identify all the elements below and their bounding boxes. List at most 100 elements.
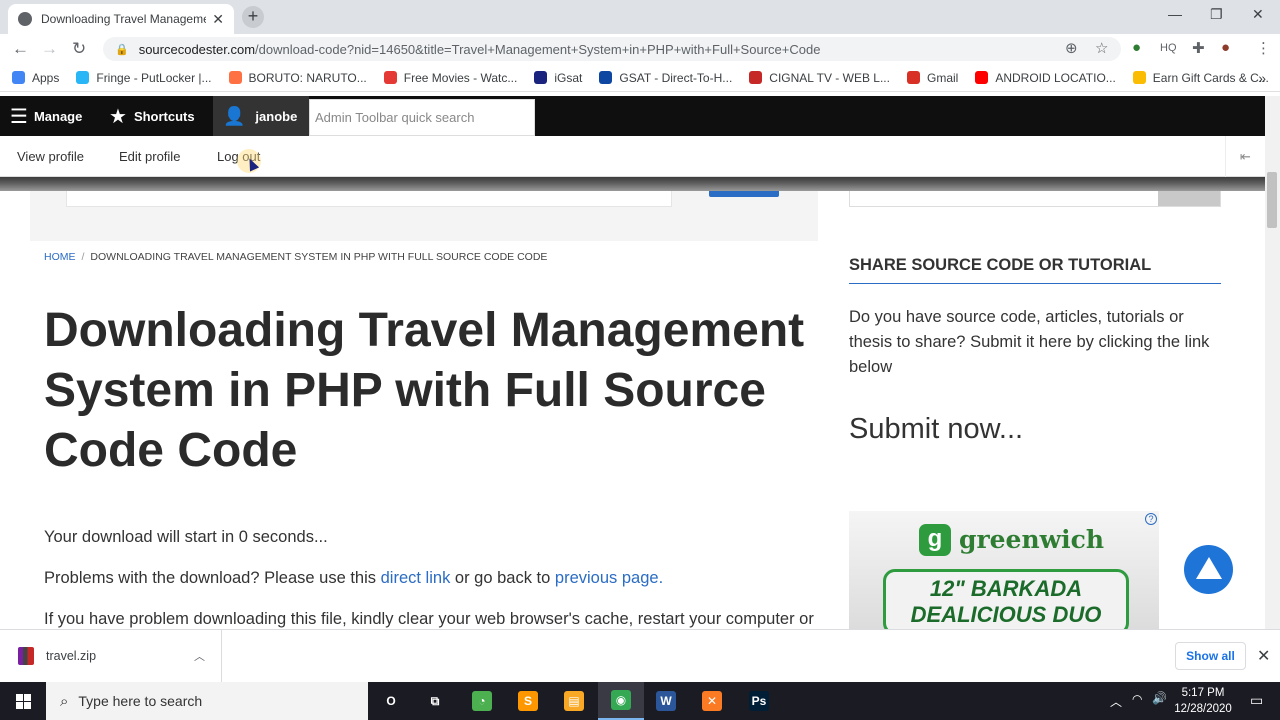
notification-icon[interactable]: ▭ — [1250, 692, 1263, 709]
taskbar-photoshop-button[interactable]: Ps — [736, 682, 782, 720]
show-all-button[interactable]: Show all — [1175, 642, 1246, 670]
shortcuts-menu[interactable]: ★ Shortcuts — [109, 96, 195, 136]
previous-page-link[interactable]: previous page. — [555, 569, 663, 587]
close-download-bar-icon[interactable]: ✕ — [1257, 646, 1270, 666]
taskbar-clock[interactable]: 5:17 PM 12/28/2020 — [1172, 685, 1234, 717]
admin-quick-search-input[interactable]: Admin Toolbar quick search — [309, 99, 535, 136]
direct-link[interactable]: direct link — [381, 569, 451, 587]
restore-icon[interactable]: ❐ — [1210, 6, 1223, 23]
ad-promo-line1: 12" BARKADA — [929, 576, 1083, 601]
countdown-text: Your download will start in 0 seconds... — [44, 528, 328, 546]
taskbar-search-placeholder: Type here to search — [78, 693, 203, 709]
taskbar-word-button[interactable]: W — [643, 682, 689, 720]
profile-avatar[interactable]: ● — [1221, 39, 1230, 56]
chevron-up-icon[interactable]: ︿ — [194, 648, 205, 664]
window-close-icon[interactable]: ✕ — [1252, 6, 1264, 23]
bookmark-item[interactable]: Apps — [12, 71, 59, 85]
user-label: janobe — [255, 108, 298, 124]
close-tab-icon[interactable]: ✕ — [212, 11, 224, 28]
extension-hq-icon[interactable]: HQ — [1160, 42, 1177, 54]
share-heading: SHARE SOURCE CODE OR TUTORIAL — [849, 256, 1221, 284]
sidebar-search-input[interactable] — [849, 191, 1221, 207]
bookmark-item[interactable]: CIGNAL TV - WEB L... — [749, 71, 890, 85]
taskbar-chrome-button[interactable]: ◉ — [598, 682, 644, 720]
manage-menu[interactable]: ☰ Manage — [10, 96, 82, 136]
windows-taskbar: ⌕ Type here to search ︿ ◠ 🔊 5:17 PM 12/2… — [0, 682, 1280, 720]
bookmark-label: iGsat — [554, 70, 583, 85]
bookmark-item[interactable]: BORUTO: NARUTO... — [228, 71, 367, 85]
view-profile-link[interactable]: View profile — [17, 149, 84, 164]
file-explorer-icon: ▤ — [564, 691, 584, 711]
bookmark-item[interactable]: ANDROID LOCATIO... — [975, 71, 1116, 85]
taskbar-xampp-button[interactable]: ✕ — [689, 682, 735, 720]
extension-globe-icon[interactable]: ● — [1132, 39, 1141, 56]
bookmark-star-icon[interactable]: ☆ — [1095, 39, 1108, 57]
bookmark-label: Gmail — [926, 70, 959, 85]
bookmark-item[interactable]: Gmail — [906, 70, 959, 85]
back-icon[interactable]: ← — [12, 39, 29, 59]
new-tab-button[interactable]: + — [242, 6, 264, 28]
zoom-icon[interactable]: ⊕ — [1065, 39, 1078, 57]
page-scrollbar[interactable] — [1265, 96, 1280, 629]
sublime-icon: S — [518, 691, 538, 711]
chrome-icon: ◉ — [611, 690, 631, 710]
photoshop-icon: Ps — [749, 691, 769, 711]
apps-grid-icon — [12, 71, 25, 84]
taskbar-app-green-button[interactable]: ◔ — [459, 682, 505, 720]
edit-profile-link[interactable]: Edit profile — [119, 149, 180, 164]
ad-info-icon[interactable]: ? — [1145, 513, 1157, 525]
clock-time: 5:17 PM — [1181, 687, 1225, 699]
menu-dots-icon[interactable]: ⋮ — [1256, 39, 1271, 57]
bookmark-item[interactable]: Free Movies - Watc... — [383, 71, 517, 85]
download-item[interactable]: travel.zip ︿ — [0, 630, 222, 682]
browser-tab[interactable]: Downloading Travel Managemen ✕ — [8, 4, 234, 34]
bookmark-label: GSAT - Direct-To-H... — [619, 70, 733, 85]
tray-overflow-icon[interactable]: ︿ — [1110, 693, 1122, 710]
star-icon: ★ — [109, 105, 127, 128]
page-title: Downloading Travel Management System in … — [44, 304, 805, 477]
network-icon[interactable]: ◠ — [1132, 692, 1142, 706]
site-search-input[interactable] — [66, 191, 672, 207]
taskbar-sublime-button[interactable]: S — [505, 682, 551, 720]
breadcrumb-current: DOWNLOADING TRAVEL MANAGEMENT SYSTEM IN … — [90, 251, 548, 263]
bookmark-item[interactable]: Fringe - PutLocker |... — [76, 70, 212, 85]
advertisement[interactable]: ? g greenwich 12" BARKADA DEALICIOUS DUO — [849, 511, 1159, 629]
cortana-icon: O — [386, 694, 396, 708]
taskbar-task-view-button[interactable]: ⧉ — [412, 682, 458, 720]
download-bar: travel.zip ︿ Show all ✕ — [0, 629, 1280, 682]
more-bookmarks-icon[interactable]: » — [1258, 70, 1266, 86]
windows-start-icon[interactable] — [0, 682, 46, 720]
extensions-puzzle-icon[interactable]: ✚ — [1192, 39, 1205, 57]
address-bar[interactable]: 🔒 sourcecodester.com/download-code?nid=1… — [103, 37, 1121, 61]
site-search-button[interactable] — [709, 191, 779, 197]
ad-promo: 12" BARKADA DEALICIOUS DUO — [883, 569, 1129, 629]
minimize-icon[interactable]: — — [1168, 6, 1182, 22]
taskbar-search-input[interactable]: ⌕ Type here to search — [46, 682, 368, 720]
taskbar-file-explorer-button[interactable]: ▤ — [551, 682, 597, 720]
bookmark-label: Earn Gift Cards & C... — [1152, 70, 1269, 85]
user-menu[interactable]: 👤 janobe — [213, 96, 309, 136]
ad-brand: greenwich — [959, 525, 1105, 554]
bookmark-label: Fringe - PutLocker |... — [96, 70, 212, 85]
sidebar-search-button[interactable] — [1158, 191, 1220, 206]
gmail-icon — [906, 71, 920, 84]
greenwich-logo-icon: g — [919, 524, 951, 556]
word-icon: W — [656, 691, 676, 711]
breadcrumb-home[interactable]: HOME — [44, 251, 76, 263]
scroll-to-top-button[interactable] — [1184, 545, 1233, 594]
page-viewport: HOME / DOWNLOADING TRAVEL MANAGEMENT SYSTE… — [0, 96, 1265, 629]
tray-orientation-icon[interactable]: ⇤ — [1225, 136, 1265, 177]
volume-icon[interactable]: 🔊 — [1152, 691, 1167, 705]
bookmark-item[interactable]: iGsat — [534, 71, 582, 85]
reload-icon[interactable]: ↻ — [72, 39, 86, 59]
forward-icon[interactable]: → — [41, 39, 58, 59]
tab-title: Downloading Travel Managemen — [41, 12, 207, 26]
breadcrumb-separator: / — [81, 251, 85, 263]
bookmark-item[interactable]: GSAT - Direct-To-H... — [599, 71, 732, 85]
youtube-icon — [975, 71, 989, 84]
submit-now-link[interactable]: Submit now... — [849, 413, 1023, 446]
ad-promo-line2: DEALICIOUS DUO — [910, 602, 1102, 627]
bookmark-item[interactable]: Earn Gift Cards & C... — [1132, 70, 1269, 85]
taskbar-cortana-button[interactable]: O — [368, 682, 414, 720]
scrollbar-thumb[interactable] — [1267, 172, 1277, 228]
